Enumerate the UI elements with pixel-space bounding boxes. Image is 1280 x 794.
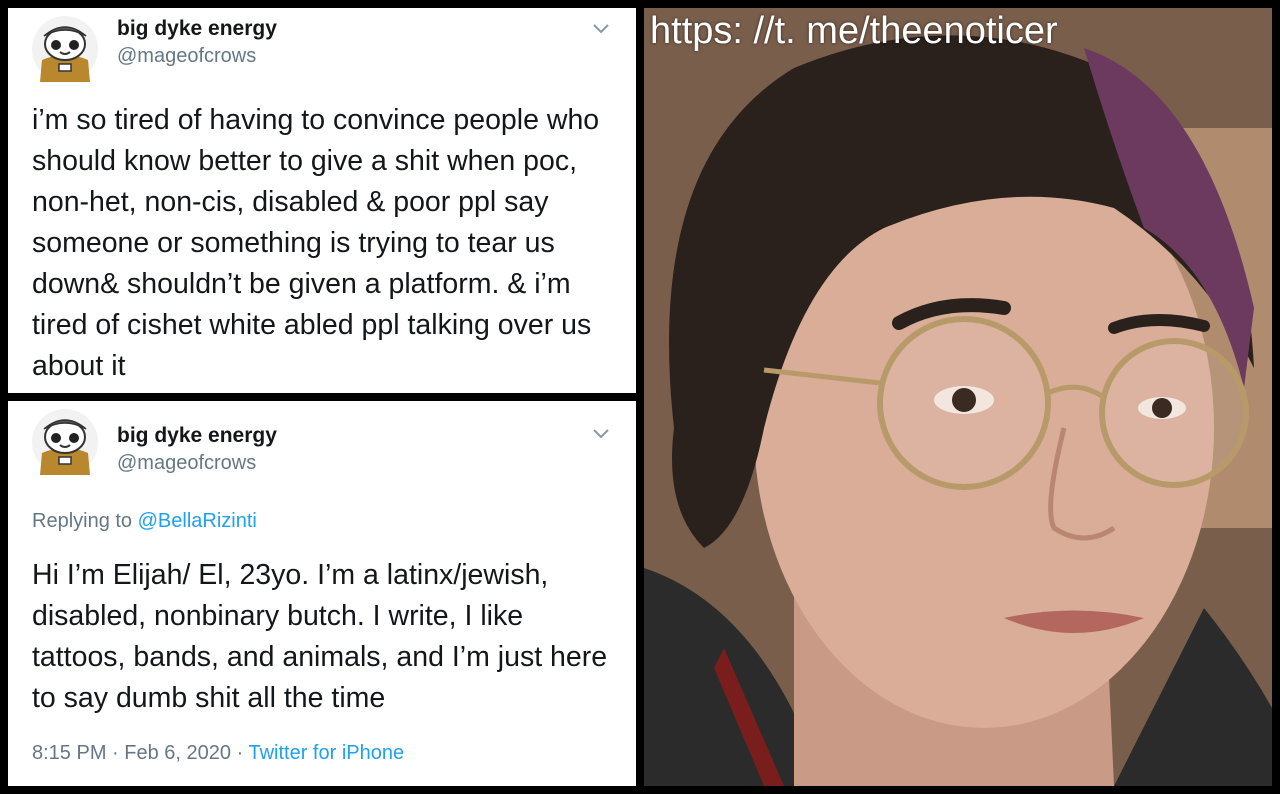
- chevron-down-icon[interactable]: [592, 22, 610, 34]
- cartoon-avatar-icon: [32, 16, 98, 82]
- watermark-text: https: //t. me/theenoticer: [650, 10, 1058, 52]
- mention-link[interactable]: @BellaRizinti: [138, 510, 257, 532]
- replying-to-label: Replying to: [32, 510, 133, 532]
- avatar[interactable]: [32, 16, 98, 82]
- selfie-illustration: [644, 8, 1272, 786]
- tweet-card-2: big dyke energy @mageofcrows Replying to…: [8, 401, 636, 786]
- separator: ·: [236, 742, 244, 764]
- avatar[interactable]: [32, 409, 98, 475]
- replying-to-line: Replying to @BellaRizinti: [32, 510, 257, 533]
- tweet-time[interactable]: 8:15 PM: [32, 742, 106, 764]
- tweet-meta: 8:15 PM · Feb 6, 2020 · Twitter for iPho…: [32, 742, 404, 765]
- user-handle[interactable]: @mageofcrows: [117, 452, 256, 475]
- chevron-down-icon[interactable]: [592, 427, 610, 439]
- tweet-date[interactable]: Feb 6, 2020: [124, 742, 231, 764]
- selfie-photo: https: //t. me/theenoticer: [644, 8, 1272, 786]
- tweet-text: i’m so tired of having to convince peopl…: [32, 104, 600, 382]
- display-name[interactable]: big dyke energy: [117, 424, 277, 448]
- separator: ·: [112, 742, 119, 764]
- display-name[interactable]: big dyke energy: [117, 17, 277, 41]
- tweet-text: Hi I’m Elijah/ El, 23yo. I’m a latinx/je…: [32, 559, 608, 714]
- tweet-card-1: big dyke energy @mageofcrows i’m so tire…: [8, 8, 636, 393]
- tweet-source-link[interactable]: Twitter for iPhone: [248, 742, 404, 764]
- cartoon-avatar-icon: [32, 409, 98, 475]
- user-handle[interactable]: @mageofcrows: [117, 45, 256, 68]
